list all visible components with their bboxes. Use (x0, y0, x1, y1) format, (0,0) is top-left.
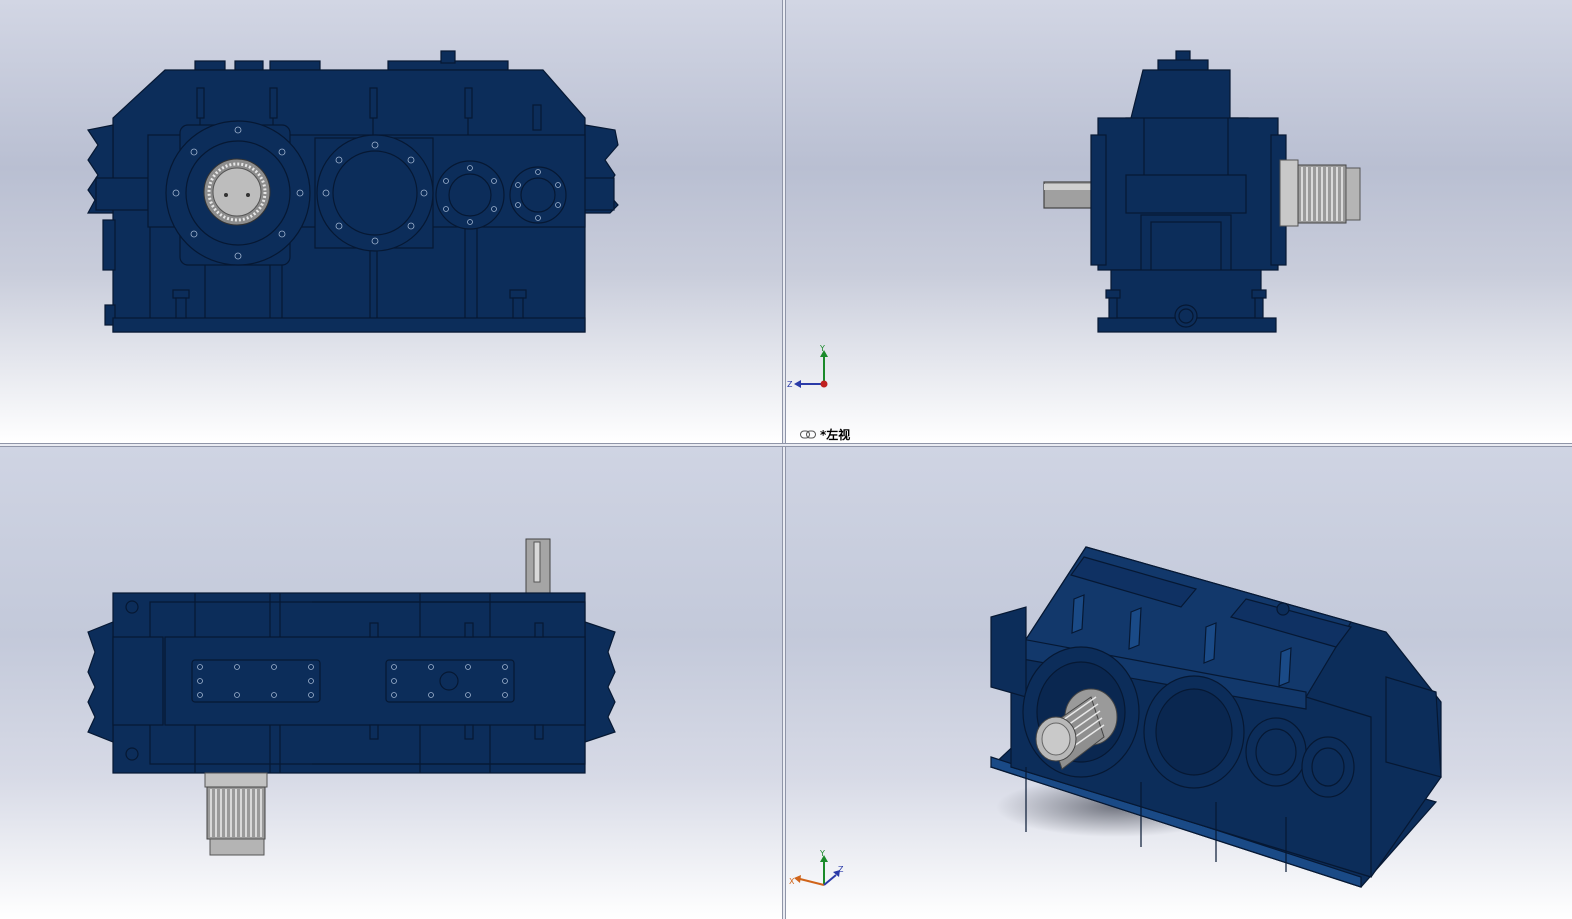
triad-iso-y-label: Y (819, 849, 825, 858)
gearbox-front-model[interactable] (0, 0, 782, 443)
triad-y-label: Y (819, 344, 825, 353)
gearbox-isometric-model[interactable] (786, 447, 1572, 919)
triad-iso-z-label: Z (838, 865, 844, 874)
coordinate-triad: Y Z (787, 344, 828, 389)
gearbox-top-model[interactable] (0, 447, 782, 919)
viewport-splitter-vertical[interactable] (782, 0, 786, 919)
triad-iso-x-label: X (789, 877, 795, 886)
isometric-view-viewport[interactable]: Y X Z (786, 447, 1572, 919)
view-name-text: *左视 (820, 427, 851, 442)
active-view-label: *左视 (800, 426, 850, 442)
left-view-viewport[interactable]: Y Z (786, 0, 1572, 443)
triad-z-label: Z (787, 380, 793, 389)
gearbox-left-model[interactable] (786, 0, 1572, 443)
viewport-splitter-horizontal[interactable] (0, 443, 1572, 447)
top-view-viewport[interactable] (0, 447, 782, 919)
coordinate-triad-iso: Y X Z (789, 849, 844, 886)
front-view-viewport[interactable] (0, 0, 782, 443)
link-icon (800, 430, 816, 438)
